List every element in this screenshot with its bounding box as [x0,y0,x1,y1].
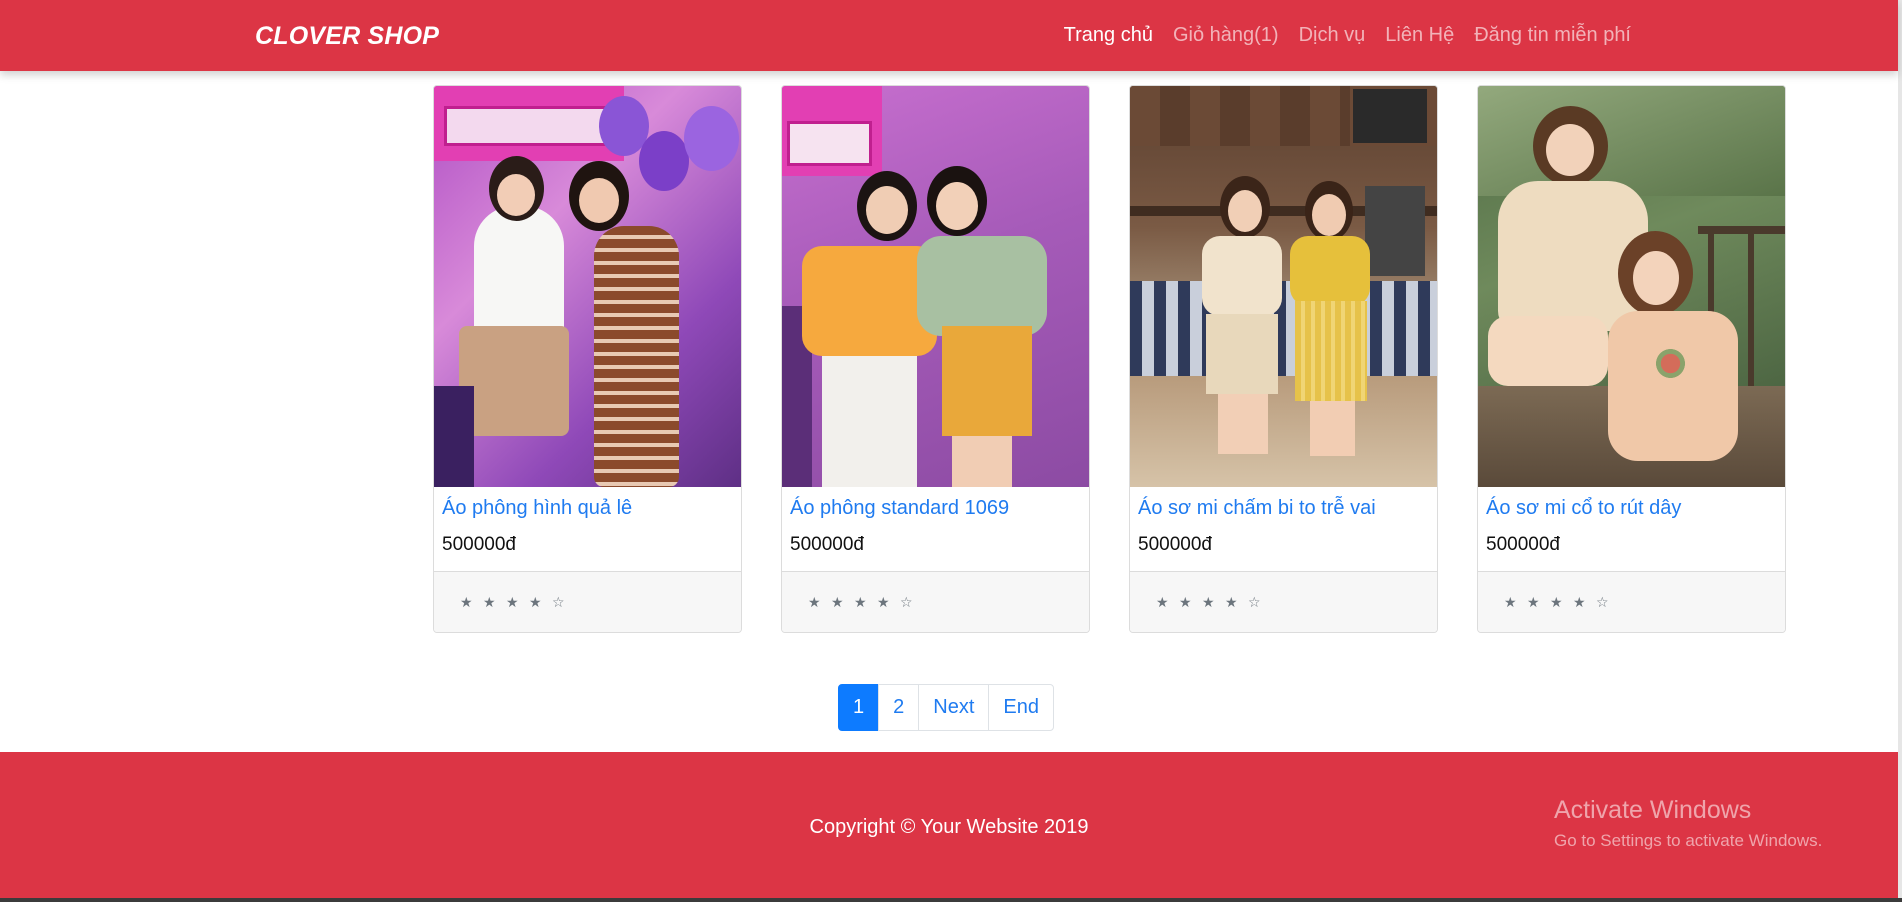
product-footer: ★ ★ ★ ★ ☆ [1478,571,1785,632]
nav-link-services[interactable]: Dịch vụ [1299,24,1366,47]
rating-stars: ★ ★ ★ ★ ☆ [1156,595,1264,611]
product-image[interactable] [434,86,741,487]
product-title[interactable]: Áo phông standard 1069 [790,493,1081,523]
product-image[interactable] [782,86,1089,487]
product-price: 500000đ [790,534,864,555]
product-footer: ★ ★ ★ ★ ☆ [434,571,741,632]
nav-link-home[interactable]: Trang chủ [1064,24,1153,47]
window-bottom-edge [0,898,1902,902]
watermark-subtitle: Go to Settings to activate Windows. [1554,831,1823,850]
product-price: 500000đ [442,534,516,555]
rating-stars: ★ ★ ★ ★ ☆ [808,595,916,611]
product-image[interactable] [1130,86,1437,487]
product-price: 500000đ [1138,534,1212,555]
top-navbar: CLOVER SHOP Trang chủ Giỏ hàng(1) Dịch v… [0,0,1898,71]
product-grid: Áo phông hình quả lê 500000đ ★ ★ ★ ★ ☆ Á… [433,85,1786,633]
site-footer: Copyright © Your Website 2019 Activate W… [0,752,1898,898]
window-right-edge [1898,0,1902,902]
last-page-button[interactable]: End [988,684,1054,731]
product-card: Áo phông hình quả lê 500000đ ★ ★ ★ ★ ☆ [433,85,742,633]
page-2-button[interactable]: 2 [878,684,920,731]
product-info: Áo phông standard 1069 500000đ [782,487,1089,571]
product-info: Áo sơ mi chấm bi to trễ vai 500000đ [1130,487,1437,571]
rating-stars: ★ ★ ★ ★ ☆ [1504,595,1612,611]
product-price: 500000đ [1486,534,1560,555]
product-title[interactable]: Áo sơ mi cổ to rút dây [1486,493,1777,523]
product-footer: ★ ★ ★ ★ ☆ [1130,571,1437,632]
product-card: Áo sơ mi chấm bi to trễ vai 500000đ ★ ★ … [1129,85,1438,633]
brand-logo[interactable]: CLOVER SHOP [255,22,439,51]
activate-windows-watermark: Activate Windows Go to Settings to activ… [1554,796,1822,851]
product-footer: ★ ★ ★ ★ ☆ [782,571,1089,632]
product-info: Áo phông hình quả lê 500000đ [434,487,741,571]
next-page-button[interactable]: Next [918,684,990,731]
nav-link-post-free[interactable]: Đăng tin miễn phí [1474,24,1631,47]
rating-stars: ★ ★ ★ ★ ☆ [460,595,568,611]
nav-link-cart[interactable]: Giỏ hàng(1) [1173,24,1279,47]
product-title[interactable]: Áo sơ mi chấm bi to trễ vai [1138,493,1429,523]
product-card: Áo phông standard 1069 500000đ ★ ★ ★ ★ ☆ [781,85,1090,633]
product-image[interactable] [1478,86,1785,487]
product-card: Áo sơ mi cổ to rút dây 500000đ ★ ★ ★ ★ ☆ [1477,85,1786,633]
product-title[interactable]: Áo phông hình quả lê [442,493,733,523]
page-1-button[interactable]: 1 [838,684,880,731]
watermark-title: Activate Windows [1554,796,1752,824]
nav-links: Trang chủ Giỏ hàng(1) Dịch vụ Liên Hệ Đă… [1064,24,1631,47]
pagination: 1 2 Next End [838,684,1054,731]
nav-link-contact[interactable]: Liên Hệ [1385,24,1454,47]
product-info: Áo sơ mi cổ to rút dây 500000đ [1478,487,1785,571]
